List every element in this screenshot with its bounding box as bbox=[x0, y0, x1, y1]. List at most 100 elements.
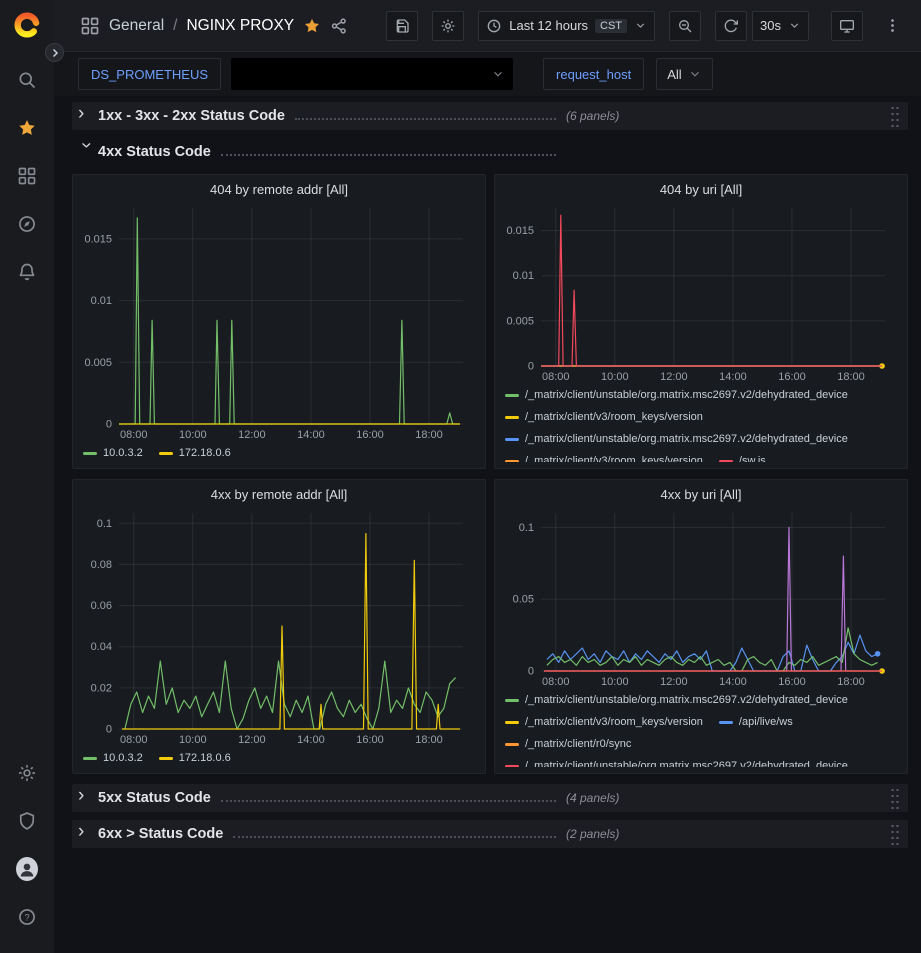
timeseries-plot: 00.050.108:0010:0012:0014:0016:0018:00 bbox=[501, 505, 901, 689]
svg-text:14:00: 14:00 bbox=[719, 371, 747, 383]
chevron-right-icon: › bbox=[78, 106, 94, 122]
legend-item[interactable]: /_matrix/client/unstable/org.matrix.msc2… bbox=[505, 386, 848, 404]
legend-item[interactable]: /_matrix/client/unstable/org.matrix.msc2… bbox=[505, 430, 848, 448]
breadcrumb: General / NGINX PROXY bbox=[80, 16, 348, 36]
clock-icon bbox=[486, 18, 502, 34]
legend-item[interactable]: /_matrix/client/v3/room_keys/version bbox=[505, 408, 703, 426]
legend-item[interactable]: /sw.js bbox=[719, 452, 766, 462]
legend-item[interactable]: /_matrix/client/v3/room_keys/version bbox=[505, 713, 703, 731]
variable-label-request-host[interactable]: request_host bbox=[543, 58, 644, 90]
zoom-out-button[interactable] bbox=[669, 11, 701, 41]
panel-title[interactable]: 4xx by uri [All] bbox=[501, 482, 901, 505]
timeseries-chart[interactable]: 00.0050.010.01508:0010:0012:0014:0016:00… bbox=[501, 200, 901, 384]
legend-label: 172.18.0.6 bbox=[179, 444, 231, 462]
svg-text:12:00: 12:00 bbox=[238, 734, 266, 746]
refresh-interval-dropdown[interactable]: 30s bbox=[752, 11, 809, 41]
panel-title[interactable]: 404 by remote addr [All] bbox=[79, 177, 479, 200]
legend-label: /_matrix/client/v3/room_keys/version bbox=[525, 408, 703, 426]
row-drag-handle[interactable] bbox=[890, 823, 900, 845]
panel-legend: 10.0.3.2 172.18.0.6 bbox=[79, 442, 479, 462]
row-title: 5xx Status Code bbox=[98, 790, 211, 806]
legend-swatch-icon bbox=[505, 394, 519, 397]
legend-item[interactable]: 10.0.3.2 bbox=[83, 444, 143, 462]
legend-item[interactable]: /_matrix/client/r0/sync bbox=[505, 735, 631, 753]
svg-text:12:00: 12:00 bbox=[660, 371, 688, 383]
sidebar: ? bbox=[0, 0, 54, 953]
svg-text:0: 0 bbox=[528, 666, 534, 678]
legend-item[interactable]: 172.18.0.6 bbox=[159, 749, 231, 767]
svg-text:18:00: 18:00 bbox=[415, 429, 443, 441]
user-avatar[interactable] bbox=[16, 858, 38, 880]
server-admin-gear-icon[interactable] bbox=[16, 762, 38, 784]
svg-text:08:00: 08:00 bbox=[120, 734, 148, 746]
legend-label: 172.18.0.6 bbox=[179, 749, 231, 767]
help-icon[interactable]: ? bbox=[16, 906, 38, 928]
legend-label: /sw.js bbox=[739, 452, 766, 462]
panel-4xx-by-remote-addr: 4xx by remote addr [All] 00.020.040.060.… bbox=[72, 479, 486, 774]
legend-label: /api/live/ws bbox=[739, 713, 793, 731]
svg-text:18:00: 18:00 bbox=[415, 734, 443, 746]
row-header-6xx[interactable]: › 6xx > Status Code (2 panels) bbox=[72, 820, 908, 848]
breadcrumb-folder[interactable]: General bbox=[109, 17, 164, 35]
variable-label-ds-prometheus[interactable]: DS_PROMETHEUS bbox=[78, 58, 221, 90]
timezone-badge: CST bbox=[595, 19, 627, 33]
svg-text:0.005: 0.005 bbox=[84, 357, 112, 369]
more-options-kebab[interactable] bbox=[877, 11, 907, 41]
alerting-bell-icon[interactable] bbox=[16, 261, 38, 283]
favorite-star-icon[interactable] bbox=[303, 17, 321, 35]
dotted-leader bbox=[221, 800, 556, 802]
row-header-4xx[interactable]: › 4xx Status Code bbox=[72, 138, 908, 166]
row-drag-handle[interactable] bbox=[890, 105, 900, 127]
starred-dashboards-icon[interactable] bbox=[16, 117, 38, 139]
legend-item[interactable]: /_matrix/client/v3/room_keys/version bbox=[505, 452, 703, 462]
legend-item[interactable]: 10.0.3.2 bbox=[83, 749, 143, 767]
svg-text:12:00: 12:00 bbox=[238, 429, 266, 441]
legend-item[interactable]: /api/live/ws bbox=[719, 713, 793, 731]
row-drag-handle[interactable] bbox=[890, 787, 900, 809]
variable-value-ds-prometheus[interactable] bbox=[231, 58, 513, 90]
svg-text:18:00: 18:00 bbox=[837, 371, 865, 383]
timeseries-chart[interactable]: 00.020.040.060.080.108:0010:0012:0014:00… bbox=[79, 505, 479, 747]
legend-swatch-icon bbox=[505, 721, 519, 724]
tv-mode-button[interactable] bbox=[831, 11, 863, 41]
grafana-logo-icon[interactable] bbox=[12, 10, 42, 40]
row-header-1xx-3xx-2xx[interactable]: › 1xx - 3xx - 2xx Status Code (6 panels) bbox=[72, 102, 908, 130]
panel-title[interactable]: 4xx by remote addr [All] bbox=[79, 482, 479, 505]
svg-text:16:00: 16:00 bbox=[356, 734, 384, 746]
legend-swatch-icon bbox=[505, 765, 519, 768]
dashboard-settings-button[interactable] bbox=[432, 11, 464, 41]
svg-text:0.01: 0.01 bbox=[513, 270, 534, 282]
row-header-5xx[interactable]: › 5xx Status Code (4 panels) bbox=[72, 784, 908, 812]
share-icon[interactable] bbox=[330, 17, 348, 35]
expand-sidebar-button[interactable] bbox=[45, 43, 64, 62]
dashboard-title[interactable]: NGINX PROXY bbox=[186, 17, 294, 35]
row-title: 4xx Status Code bbox=[98, 144, 211, 160]
breadcrumb-separator: / bbox=[173, 17, 177, 35]
svg-text:0.1: 0.1 bbox=[97, 518, 112, 530]
timeseries-plot: 00.0050.010.01508:0010:0012:0014:0016:00… bbox=[79, 200, 479, 442]
save-icon bbox=[394, 18, 410, 34]
legend-item[interactable]: /_matrix/client/unstable/org.matrix.msc2… bbox=[505, 691, 848, 709]
dashboards-icon[interactable] bbox=[16, 165, 38, 187]
security-shield-icon[interactable] bbox=[16, 810, 38, 832]
explore-compass-icon[interactable] bbox=[16, 213, 38, 235]
legend-item[interactable]: /_matrix/client/unstable/org.matrix.msc2… bbox=[505, 757, 848, 767]
search-icon[interactable] bbox=[16, 69, 38, 91]
legend-label: 10.0.3.2 bbox=[103, 444, 143, 462]
svg-text:10:00: 10:00 bbox=[601, 676, 629, 688]
legend-swatch-icon bbox=[719, 460, 733, 463]
panel-title[interactable]: 404 by uri [All] bbox=[501, 177, 901, 200]
save-dashboard-button[interactable] bbox=[386, 11, 418, 41]
refresh-button[interactable] bbox=[715, 11, 747, 41]
panel-legend: 10.0.3.2 172.18.0.6 bbox=[79, 747, 479, 767]
timeseries-chart[interactable]: 00.0050.010.01508:0010:0012:0014:0016:00… bbox=[79, 200, 479, 442]
legend-swatch-icon bbox=[505, 460, 519, 463]
timeseries-chart[interactable]: 00.050.108:0010:0012:0014:0016:0018:00 bbox=[501, 505, 901, 689]
gear-icon bbox=[440, 18, 456, 34]
svg-text:16:00: 16:00 bbox=[778, 371, 806, 383]
time-range-picker[interactable]: Last 12 hours CST bbox=[478, 11, 655, 41]
variable-value-request-host[interactable]: All bbox=[656, 58, 712, 90]
svg-text:08:00: 08:00 bbox=[542, 371, 570, 383]
legend-item[interactable]: 172.18.0.6 bbox=[159, 444, 231, 462]
svg-text:0.015: 0.015 bbox=[506, 225, 534, 237]
